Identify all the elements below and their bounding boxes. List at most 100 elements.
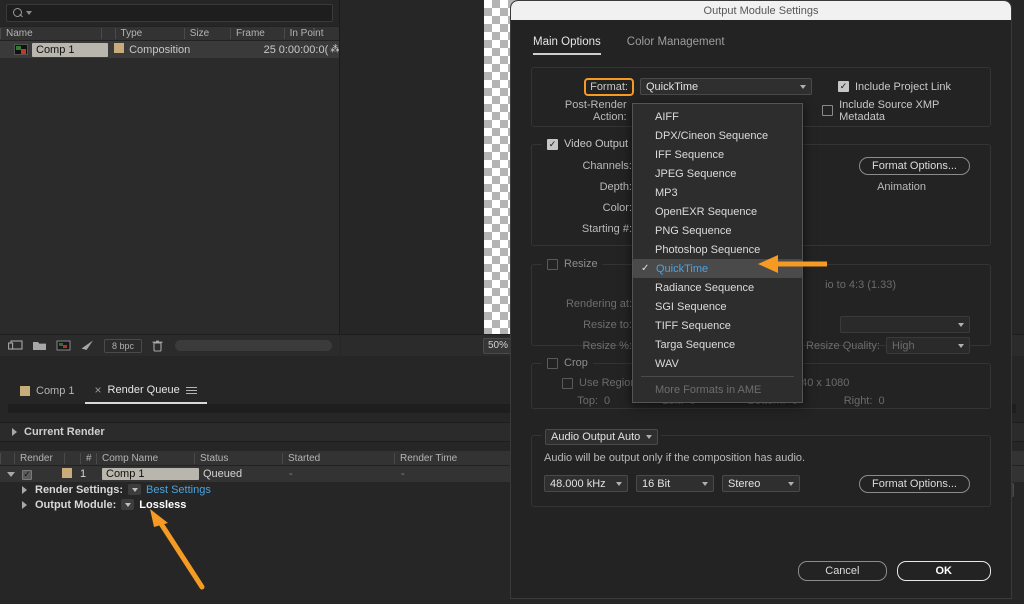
column-header-started[interactable]: Started	[282, 453, 394, 464]
tab-label: Render Queue	[108, 384, 180, 396]
resize-quality-select[interactable]: High	[886, 337, 970, 354]
include-project-link-row[interactable]: ✓ Include Project Link	[838, 81, 951, 93]
tab-color-management[interactable]: Color Management	[627, 36, 725, 55]
format-option-selected[interactable]: QuickTime	[633, 259, 802, 278]
audio-output-legend[interactable]: Audio Output Auto	[542, 429, 661, 445]
column-header-size[interactable]: Size	[184, 28, 230, 39]
new-folder-icon[interactable]	[32, 339, 47, 353]
disclosure-triangle-icon[interactable]	[22, 501, 27, 509]
video-output-legend[interactable]: ✓ Video Output	[542, 138, 633, 150]
format-option[interactable]: Radiance Sequence	[633, 278, 802, 297]
audio-channels-select[interactable]: Stereo	[722, 475, 800, 492]
disclosure-triangle-icon[interactable]	[22, 486, 27, 494]
resize-percent-label: Resize %:	[544, 340, 640, 352]
rendering-at-label: Rendering at:	[544, 298, 640, 310]
crop-right-value[interactable]: 0	[878, 395, 884, 407]
render-item-compname[interactable]: Comp 1	[102, 468, 199, 480]
format-option[interactable]: Targa Sequence	[633, 335, 802, 354]
format-option[interactable]: MP3	[633, 183, 802, 202]
audio-bit-depth-value: 16 Bit	[642, 478, 670, 490]
column-header-framerate[interactable]: Frame Ra..	[230, 28, 284, 39]
cancel-button[interactable]: Cancel	[798, 561, 886, 581]
crop-label: Crop	[564, 357, 588, 369]
panel-menu-icon[interactable]	[186, 385, 197, 396]
resize-to-select[interactable]	[840, 316, 970, 333]
format-select[interactable]: QuickTime	[640, 78, 812, 95]
crop-top-label: Top:	[544, 395, 598, 407]
format-option[interactable]: WAV	[633, 354, 802, 373]
disclosure-triangle-icon[interactable]	[12, 428, 17, 436]
tab-render-queue[interactable]: × Render Queue	[85, 378, 207, 404]
project-item-framerate: 25	[239, 44, 276, 56]
close-icon[interactable]: ×	[95, 383, 102, 397]
column-header-type[interactable]: Type	[115, 28, 184, 39]
include-xmp-row[interactable]: Include Source XMP Metadata	[822, 99, 978, 123]
composition-flowchart-icon[interactable]: ⁂	[330, 44, 339, 55]
interpret-footage-icon[interactable]	[8, 339, 23, 353]
label-color-swatch[interactable]	[114, 43, 124, 53]
project-panel: Name Type Size Frame Ra.. In Point Comp …	[0, 0, 340, 356]
format-option[interactable]: DPX/Cineon Sequence	[633, 126, 802, 145]
resize-legend[interactable]: Resize	[542, 258, 603, 270]
format-option[interactable]: SGI Sequence	[633, 297, 802, 316]
format-label: Format:	[586, 80, 632, 94]
include-project-link-checkbox[interactable]: ✓	[838, 81, 849, 92]
video-output-checkbox[interactable]: ✓	[547, 139, 558, 150]
chevron-down-icon	[958, 323, 964, 327]
tab-main-options[interactable]: Main Options	[533, 36, 601, 55]
project-item-name[interactable]: Comp 1	[32, 43, 108, 57]
audio-format-options-button[interactable]: Format Options...	[859, 475, 970, 493]
column-header-compname[interactable]: Comp Name	[96, 453, 194, 464]
audio-output-mode-select[interactable]: Audio Output Auto	[545, 429, 658, 445]
zoom-level-value: 50%	[488, 340, 508, 351]
format-option[interactable]: TIFF Sequence	[633, 316, 802, 335]
format-option[interactable]: PNG Sequence	[633, 221, 802, 240]
format-option[interactable]: JPEG Sequence	[633, 164, 802, 183]
project-scrollbar[interactable]	[175, 340, 332, 351]
include-xmp-checkbox[interactable]	[822, 105, 833, 116]
disclosure-triangle-icon[interactable]	[7, 472, 15, 477]
format-dropdown-list[interactable]: AIFF DPX/Cineon Sequence IFF Sequence JP…	[632, 103, 803, 403]
chevron-down-icon	[616, 482, 622, 486]
format-option[interactable]: AIFF	[633, 107, 802, 126]
menu-divider	[641, 376, 794, 377]
output-module-value[interactable]: Lossless	[139, 499, 186, 511]
format-option[interactable]: OpenEXR Sequence	[633, 202, 802, 221]
search-input[interactable]	[6, 4, 333, 22]
column-header-inpoint[interactable]: In Point	[284, 28, 339, 39]
output-module-preset-dropdown[interactable]	[121, 499, 134, 510]
audio-sample-rate-select[interactable]: 48.000 kHz	[544, 475, 628, 492]
render-settings-preset-dropdown[interactable]	[128, 484, 141, 495]
project-settings-icon[interactable]	[80, 339, 95, 353]
column-header-render[interactable]: Render	[14, 453, 64, 464]
video-format-options-button[interactable]: Format Options...	[859, 157, 970, 175]
render-checkbox[interactable]: ✓	[22, 470, 32, 480]
format-option[interactable]: IFF Sequence	[633, 145, 802, 164]
render-settings-value[interactable]: Best Settings	[146, 484, 211, 496]
audio-note: Audio will be output only if the composi…	[544, 452, 978, 464]
audio-channels-value: Stereo	[728, 478, 760, 490]
format-option[interactable]: Photoshop Sequence	[633, 240, 802, 259]
audio-bit-depth-select[interactable]: 16 Bit	[636, 475, 714, 492]
column-header-rendertime[interactable]: Render Time	[394, 453, 504, 464]
resize-checkbox[interactable]	[547, 259, 558, 270]
project-item-inpoint: 0:00:00:0(	[276, 44, 330, 56]
column-header-number[interactable]: #	[80, 453, 96, 464]
color-depth-button[interactable]: 8 bpc	[104, 339, 142, 353]
project-row-comp1[interactable]: Comp 1 Composition 25 0:00:00:0( ⁂	[0, 41, 339, 58]
composition-tab-icon	[20, 386, 30, 396]
ok-button[interactable]: OK	[897, 561, 992, 581]
new-composition-icon[interactable]	[56, 339, 71, 353]
label-color-swatch[interactable]	[62, 468, 72, 478]
resize-aspect-note: io to 4:3 (1.33)	[825, 279, 896, 291]
delete-icon[interactable]	[151, 339, 166, 353]
column-header-name[interactable]: Name	[0, 28, 101, 39]
chevron-down-icon	[958, 344, 964, 348]
crop-legend[interactable]: Crop	[542, 357, 593, 369]
use-region-of-interest-checkbox[interactable]	[562, 378, 573, 389]
chevron-down-icon	[702, 482, 708, 486]
column-header-status[interactable]: Status	[194, 453, 282, 464]
crop-checkbox[interactable]	[547, 358, 558, 369]
crop-top-value[interactable]: 0	[604, 395, 610, 407]
tab-comp-1[interactable]: Comp 1	[10, 378, 85, 404]
